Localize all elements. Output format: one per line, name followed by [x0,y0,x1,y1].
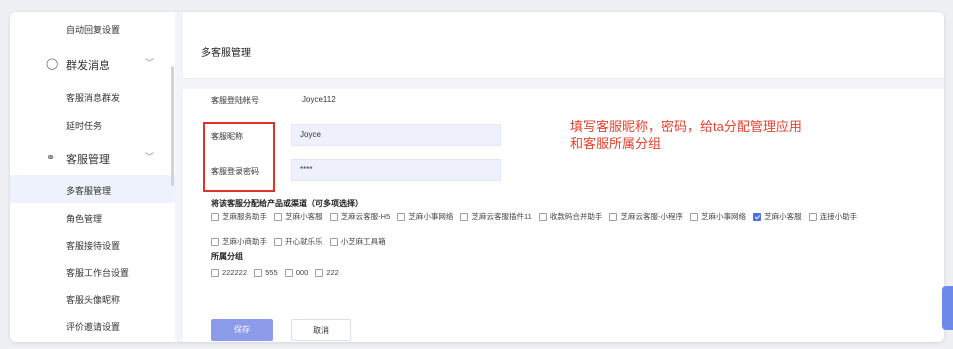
groups-label: 所属分组 [211,252,243,261]
channel-label: 芝麻云客服-H5 [340,212,391,221]
sidebar: 自动回复设置 ◯ 群发消息 ﹀ 客服消息群发 延时任务 ⚭ 客服管理 ﹀ 多客服… [10,12,175,342]
channel-checkbox[interactable]: 开心就乐乐 [274,236,323,247]
group-label: 000 [295,268,309,277]
sidebar-item-label: 评价邀请设置 [66,322,121,332]
channel-checkbox[interactable]: 芝麻小商助手 [211,236,267,247]
checkbox-icon [211,238,219,246]
highlight-box [203,122,275,192]
sidebar-item-multi-cs[interactable]: 多客服管理 [10,175,175,203]
checkbox-icon [609,213,618,221]
channel-checkbox[interactable]: 芝麻小客服 [274,211,323,222]
sidebar-item-label: 客服工作台设置 [66,268,130,278]
sidebar-scrollbar[interactable] [171,66,174,186]
sidebar-item-label: 角色管理 [66,214,103,224]
channel-label: 芝麻小事网络 [701,212,747,221]
checkbox-icon [211,213,219,221]
channel-label: 芝麻小客服 [285,212,323,221]
login-account-label: 客服登陆帐号 [211,96,259,105]
checkbox-icon [211,269,219,277]
channel-label: 芝麻小商助手 [222,237,267,246]
channel-label: 芝麻云客服-小程序 [620,212,683,221]
page-header: 多客服管理 [183,30,944,79]
channel-label: 小芝麻工具箱 [340,237,386,246]
chevron-down-icon[interactable]: ﹀ [145,56,154,69]
group-checkbox[interactable]: 222222 [211,268,247,277]
channel-label: 连接小助手 [819,212,858,221]
checkbox-icon [397,213,406,221]
channel-row: 芝麻小商助手 开心就乐乐 小芝麻工具箱 [211,236,391,247]
channel-checkbox[interactable]: 芝麻云客服-H5 [329,211,391,222]
login-account-value: Joyce112 [302,95,336,104]
channel-label: 开心就乐乐 [285,237,323,246]
checkbox-icon [254,269,263,277]
channel-label: 芝麻小事网络 [408,212,454,221]
channel-checkbox[interactable]: 芝麻云客服-小程序 [609,211,683,222]
sidebar-group-label: 客服管理 [66,154,110,166]
channel-checkbox[interactable]: 芝麻小客服 [753,211,802,222]
sidebar-item-label: 客服接待设置 [66,241,121,251]
chevron-down-icon[interactable]: ﹀ [145,150,154,163]
group-checkbox[interactable]: 222 [315,268,339,277]
channel-label: 芝麻小客服 [764,212,802,221]
channel-label: 芝麻服务助手 [222,212,267,221]
checkbox-icon [329,213,338,221]
channel-label: 收款码合并助手 [549,212,603,221]
channel-label: 芝麻云客服插件11 [471,212,532,221]
channel-checkbox[interactable]: 芝麻小事网络 [690,211,746,222]
checkbox-icon [460,213,469,221]
checkbox-icon [690,213,699,221]
annotation-text: 填写客服昵称，密码，给ta分配管理应用 和客服所属分组 [570,118,802,152]
group-checkbox[interactable]: 555 [254,268,278,277]
channel-row: 芝麻服务助手 芝麻小客服 芝麻云客服-H5 芝麻小事网络 芝麻云客服插件11 收… [211,211,862,222]
channel-checkbox[interactable]: 芝麻云客服插件11 [460,211,532,222]
checkbox-icon [274,238,283,246]
annotation-line: 和客服所属分组 [570,136,662,151]
app-window: 自动回复设置 ◯ 群发消息 ﹀ 客服消息群发 延时任务 ⚭ 客服管理 ﹀ 多客服… [10,12,944,342]
channel-checkbox[interactable]: 小芝麻工具箱 [329,236,386,247]
sidebar-group-label: 群发消息 [66,60,110,72]
group-label: 222222 [222,268,248,277]
channels-label: 将该客服分配给产品或渠道（可多项选择） [211,199,363,208]
annotation-line: 填写客服昵称，密码，给ta分配管理应用 [570,119,802,134]
checkbox-icon [329,238,338,246]
checkbox-icon [315,269,324,277]
group-label: 222 [326,268,339,277]
divider [183,79,944,89]
headset-icon: ⚭ [46,152,56,164]
channel-checkbox[interactable]: 芝麻服务助手 [211,211,267,222]
group-checkbox[interactable]: 000 [284,268,309,277]
nickname-field[interactable]: Joyce [291,124,501,146]
cancel-button[interactable]: 取消 [291,319,351,341]
checkbox-icon [538,213,547,221]
checkbox-icon [274,213,283,221]
page-title: 多客服管理 [201,48,251,59]
checkbox-icon [284,269,293,277]
group-row: 222222 555 000 222 [211,268,344,277]
sidebar-item-label: 多客服管理 [66,186,112,196]
checkbox-icon [808,213,817,221]
sidebar-item-label: 客服消息群发 [66,93,121,103]
divider [175,12,183,342]
channel-checkbox[interactable]: 芝麻小事网络 [397,211,453,222]
sidebar-item-label: 客服头像昵称 [66,295,121,305]
checkbox-checked-icon [753,213,762,221]
channel-checkbox[interactable]: 收款码合并助手 [538,211,603,222]
sidebar-item-label: 自动回复设置 [66,25,121,35]
password-field[interactable]: **** [291,159,501,181]
floating-side-tab[interactable] [942,286,953,330]
channel-checkbox[interactable]: 连接小助手 [808,211,858,222]
users-icon: ◯ [46,58,59,70]
sidebar-item-label: 延时任务 [66,121,103,131]
group-label: 555 [265,268,278,277]
save-button[interactable]: 保存 [211,319,273,341]
